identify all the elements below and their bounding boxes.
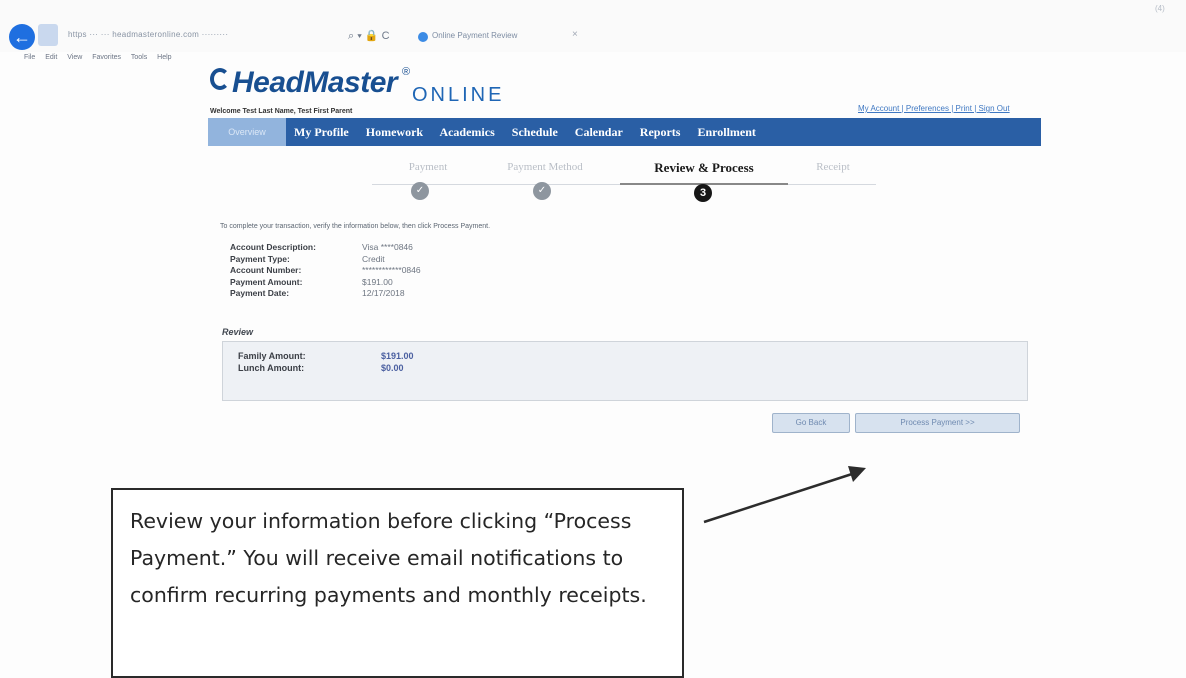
detail-value: ************0846 [362, 265, 421, 275]
review-label: Lunch Amount: [238, 363, 305, 373]
menu-tools[interactable]: Tools [131, 54, 147, 61]
utility-links[interactable]: My Account | Preferences | Print | Sign … [858, 104, 1010, 113]
detail-value: Credit [362, 253, 385, 264]
step-review-process: Review & Process [620, 152, 788, 185]
address-bar[interactable]: https ··· ··· headmasteronline.com ·····… [68, 30, 228, 39]
site-favicon-icon [38, 24, 58, 46]
nav-item-reports[interactable]: Reports [640, 125, 681, 139]
logo-online: ONLINE [412, 84, 505, 106]
step-payment[interactable]: Payment [372, 152, 484, 183]
nav-item-calendar[interactable]: Calendar [575, 125, 623, 139]
menu-favorites[interactable]: Favorites [92, 54, 121, 61]
logo-wordmark[interactable]: HeadMaster [232, 66, 398, 100]
main-nav: Overview My Profile Homework Academics S… [208, 118, 1041, 146]
payment-details: Account Description: Visa ****0846 Paymen… [230, 242, 421, 300]
review-label: Family Amount: [238, 351, 306, 361]
instruction-text: To complete your transaction, verify the… [220, 223, 491, 230]
check-icon: ✓ [411, 182, 429, 200]
review-value: $191.00 [381, 351, 414, 361]
browser-tab-title[interactable]: Online Payment Review [432, 31, 517, 40]
step-number-badge: 3 [694, 184, 712, 202]
nav-item-homework[interactable]: Homework [366, 125, 423, 139]
callout-text: Review your information before clicking … [130, 509, 647, 607]
review-heading: Review [222, 327, 254, 337]
window-corner-text: (4) [1155, 4, 1165, 13]
detail-row: Account Number: ************0846 [230, 265, 421, 277]
menu-view[interactable]: View [67, 54, 82, 61]
detail-label: Account Description: [230, 242, 316, 252]
check-icon: ✓ [533, 182, 551, 200]
nav-item-overview[interactable]: Overview [208, 118, 286, 146]
detail-label: Payment Type: [230, 253, 290, 264]
detail-label: Account Number: [230, 265, 302, 275]
tab-favicon-icon [418, 32, 428, 42]
browser-toolbar [0, 0, 1186, 52]
nav-item-academics[interactable]: Academics [439, 125, 494, 139]
review-row: Family Amount: $191.00 [238, 350, 414, 362]
detail-value: Visa ****0846 [362, 242, 413, 252]
step-receipt: Receipt [816, 161, 850, 173]
menu-help[interactable]: Help [157, 54, 171, 61]
detail-value: 12/17/2018 [362, 288, 405, 298]
detail-label: Payment Date: [230, 288, 290, 298]
detail-row: Payment Amount: $191.00 [230, 277, 421, 289]
browser-menubar: File Edit View Favorites Tools Help [24, 54, 180, 61]
detail-row: Account Description: Visa ****0846 [230, 242, 421, 254]
detail-value: $191.00 [362, 276, 393, 287]
logo-mark-icon [210, 68, 230, 90]
detail-row: Payment Type: Credit [230, 254, 421, 266]
nav-item-enrollment[interactable]: Enrollment [697, 125, 755, 139]
menu-edit[interactable]: Edit [45, 54, 57, 61]
step-payment-method[interactable]: Payment Method [484, 152, 606, 183]
nav-items: My Profile Homework Academics Schedule C… [294, 118, 770, 146]
detail-label: Payment Amount: [230, 276, 303, 287]
pointer-arrow-icon [703, 466, 866, 524]
review-rows: Family Amount: $191.00 Lunch Amount: $0.00 [238, 350, 414, 374]
close-tab-icon[interactable]: × [572, 29, 578, 40]
welcome-text: Welcome Test Last Name, Test First Paren… [210, 108, 353, 115]
go-back-button[interactable]: Go Back [772, 413, 850, 433]
review-row: Lunch Amount: $0.00 [238, 362, 414, 374]
detail-row: Payment Date: 12/17/2018 [230, 288, 421, 300]
review-value: $0.00 [381, 363, 404, 373]
back-arrow-icon[interactable]: ← [9, 24, 35, 50]
nav-item-schedule[interactable]: Schedule [512, 125, 558, 139]
logo-registered-mark: ® [402, 66, 411, 78]
menu-file[interactable]: File [24, 54, 35, 61]
process-payment-button[interactable]: Process Payment >> [855, 413, 1020, 433]
nav-item-my-profile[interactable]: My Profile [294, 125, 349, 139]
address-bar-controls[interactable]: ⌕ ▾ 🔒 C [348, 29, 390, 43]
